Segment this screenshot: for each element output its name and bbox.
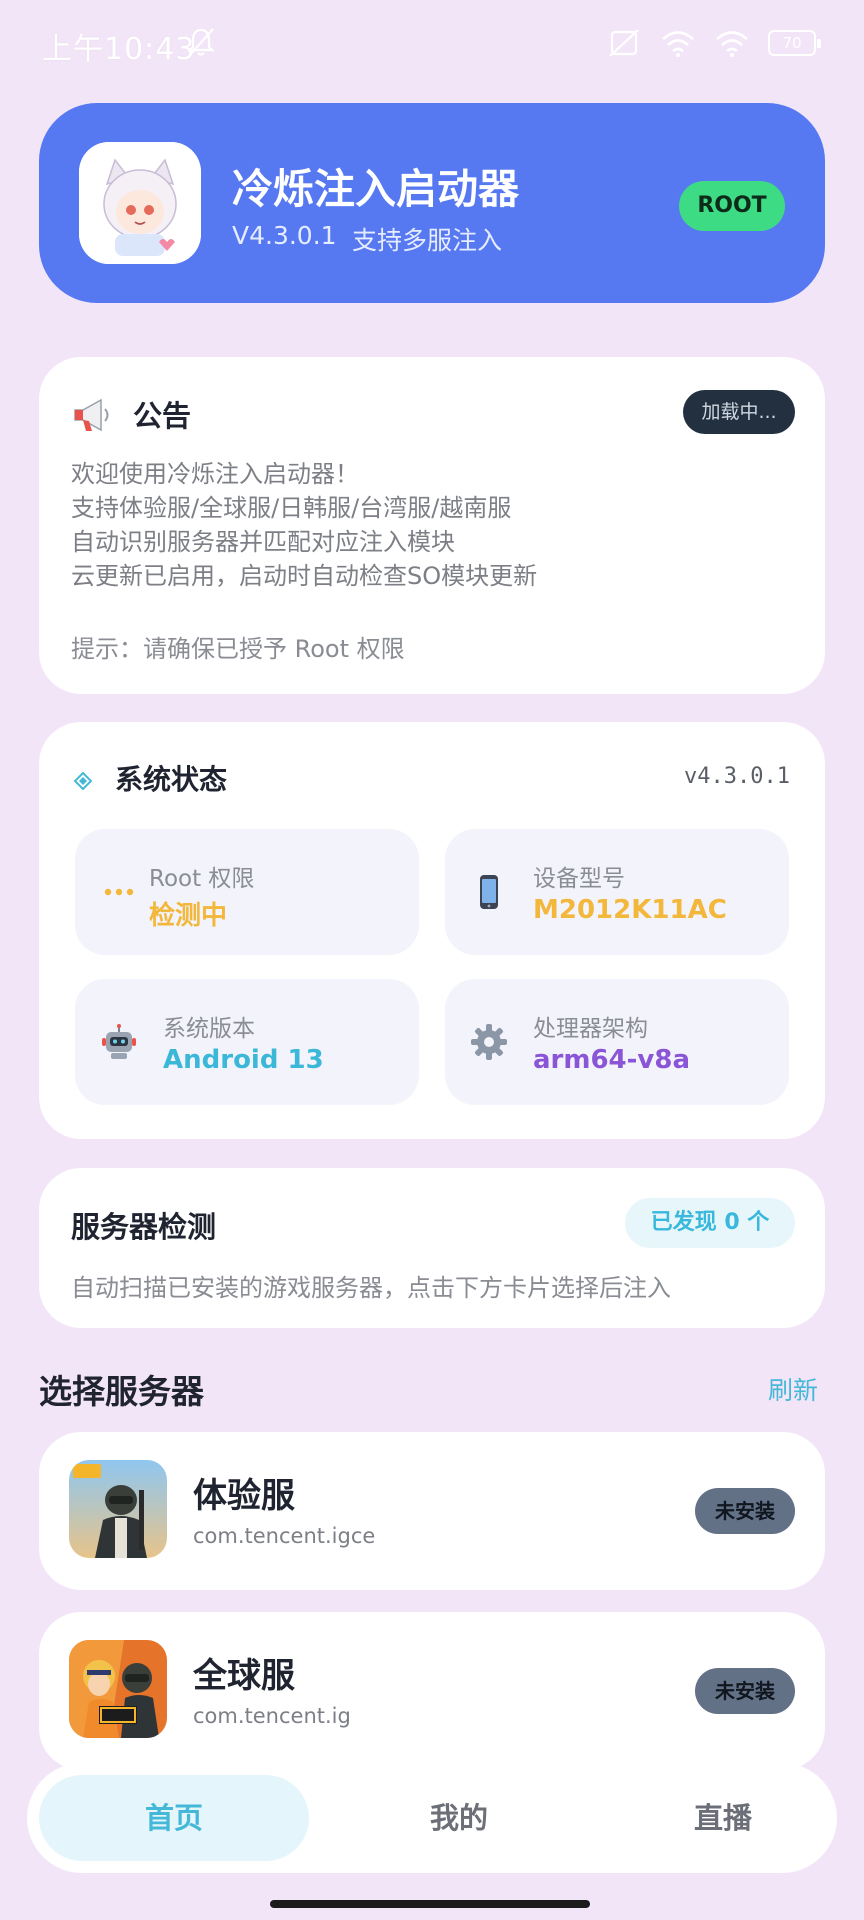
system-status-version: v4.3.0.1 <box>684 764 790 789</box>
server-name: 体验服 <box>193 1476 295 1516</box>
server-package: com.tencent.ig <box>193 1704 351 1728</box>
app-tagline: 支持多服注入 <box>352 226 503 255</box>
app-avatar <box>79 142 201 264</box>
anime-avatar-icon <box>79 142 201 264</box>
server-package: com.tencent.igce <box>193 1524 376 1548</box>
server-detect-title: 服务器检测 <box>71 1210 217 1244</box>
tile-value: Android 13 <box>163 1045 324 1075</box>
home-gesture-bar[interactable] <box>270 1900 590 1908</box>
pubg-global-app-icon <box>69 1640 167 1738</box>
system-version-tile: 系统版本 Android 13 <box>75 979 419 1105</box>
nav-tab-home[interactable]: 首页 <box>39 1775 309 1861</box>
system-status-title: 系统状态 <box>115 763 228 796</box>
app-title: 冷烁注入启动器 <box>232 165 519 213</box>
install-status-badge: 未安装 <box>695 1488 795 1534</box>
server-name: 全球服 <box>193 1656 295 1696</box>
server-detect-card: 服务器检测 已发现 0 个 自动扫描已安装的游戏服务器，点击下方卡片选择后注入 <box>39 1168 825 1328</box>
status-time: 上午10:43 <box>42 32 196 67</box>
status-icons: 70 <box>606 26 821 60</box>
mute-bell-icon <box>187 28 215 56</box>
notice-line: 自动识别服务器并匹配对应注入模块 <box>71 528 455 556</box>
notice-line: 支持体验服/全球服/日韩服/台湾服/越南服 <box>71 494 512 522</box>
status-bar: 上午10:43 70 <box>0 0 864 84</box>
notice-card: 公告 加载中... 欢迎使用冷烁注入启动器！ 支持体验服/全球服/日韩服/台湾服… <box>39 357 825 694</box>
notice-body: 欢迎使用冷烁注入启动器！ 支持体验服/全球服/日韩服/台湾服/越南服 自动识别服… <box>71 457 537 593</box>
found-count-badge: 已发现 0 个 <box>625 1198 795 1248</box>
megaphone-icon <box>74 398 109 432</box>
wifi-icon-2 <box>716 31 748 57</box>
bottom-navigation: 首页 我的 直播 <box>27 1763 837 1873</box>
server-detect-description: 自动扫描已安装的游戏服务器，点击下方卡片选择后注入 <box>71 1274 671 1302</box>
root-badge: ROOT <box>679 181 785 231</box>
refresh-button[interactable]: 刷新 <box>768 1371 818 1407</box>
wifi-icon <box>662 31 694 57</box>
nav-tab-mine[interactable]: 我的 <box>329 1775 589 1861</box>
tile-label: 处理器架构 <box>533 1016 648 1042</box>
server-card-global[interactable]: 全球服 com.tencent.ig 未安装 <box>39 1612 825 1770</box>
tile-value: 检测中 <box>149 901 228 931</box>
pubg-beta-app-icon <box>69 1460 167 1558</box>
tile-label: 系统版本 <box>163 1016 255 1042</box>
system-status-card: 系统状态 v4.3.0.1 Root 权限 检测中 设备型号 M2012K11A… <box>39 722 825 1139</box>
tile-label: 设备型号 <box>533 866 625 892</box>
tile-value: M2012K11AC <box>533 895 727 925</box>
cpu-arch-tile: 处理器架构 arm64-v8a <box>445 979 789 1105</box>
app-version: V4.3.0.1 <box>232 221 337 250</box>
notice-title: 公告 <box>133 399 192 433</box>
nav-tab-live[interactable]: 直播 <box>593 1775 853 1861</box>
notice-line: 云更新已启用，启动时自动检查SO模块更新 <box>71 562 538 590</box>
gear-icon <box>471 1024 507 1060</box>
tile-value: arm64-v8a <box>533 1045 691 1075</box>
diamond-icon <box>74 772 92 790</box>
tile-label: Root 权限 <box>149 866 255 892</box>
ellipsis-icon <box>104 888 134 896</box>
loading-status-chip: 加载中... <box>683 390 795 434</box>
install-status-badge: 未安装 <box>695 1668 795 1714</box>
robot-icon <box>102 1024 136 1059</box>
phone-icon <box>480 875 498 909</box>
battery-icon: 70 <box>768 30 821 56</box>
device-model-tile: 设备型号 M2012K11AC <box>445 829 789 955</box>
root-permission-tile: Root 权限 检测中 <box>75 829 419 955</box>
notice-tip: 提示：请确保已授予 Root 权限 <box>71 635 405 663</box>
notice-line: 欢迎使用冷烁注入启动器！ <box>71 460 359 488</box>
app-header-card: 冷烁注入启动器 V4.3.0.1 支持多服注入 ROOT <box>39 103 825 303</box>
server-card-beta[interactable]: 体验服 com.tencent.igce 未安装 <box>39 1432 825 1590</box>
no-sim-icon <box>609 29 639 57</box>
select-server-heading: 选择服务器 <box>39 1372 204 1411</box>
